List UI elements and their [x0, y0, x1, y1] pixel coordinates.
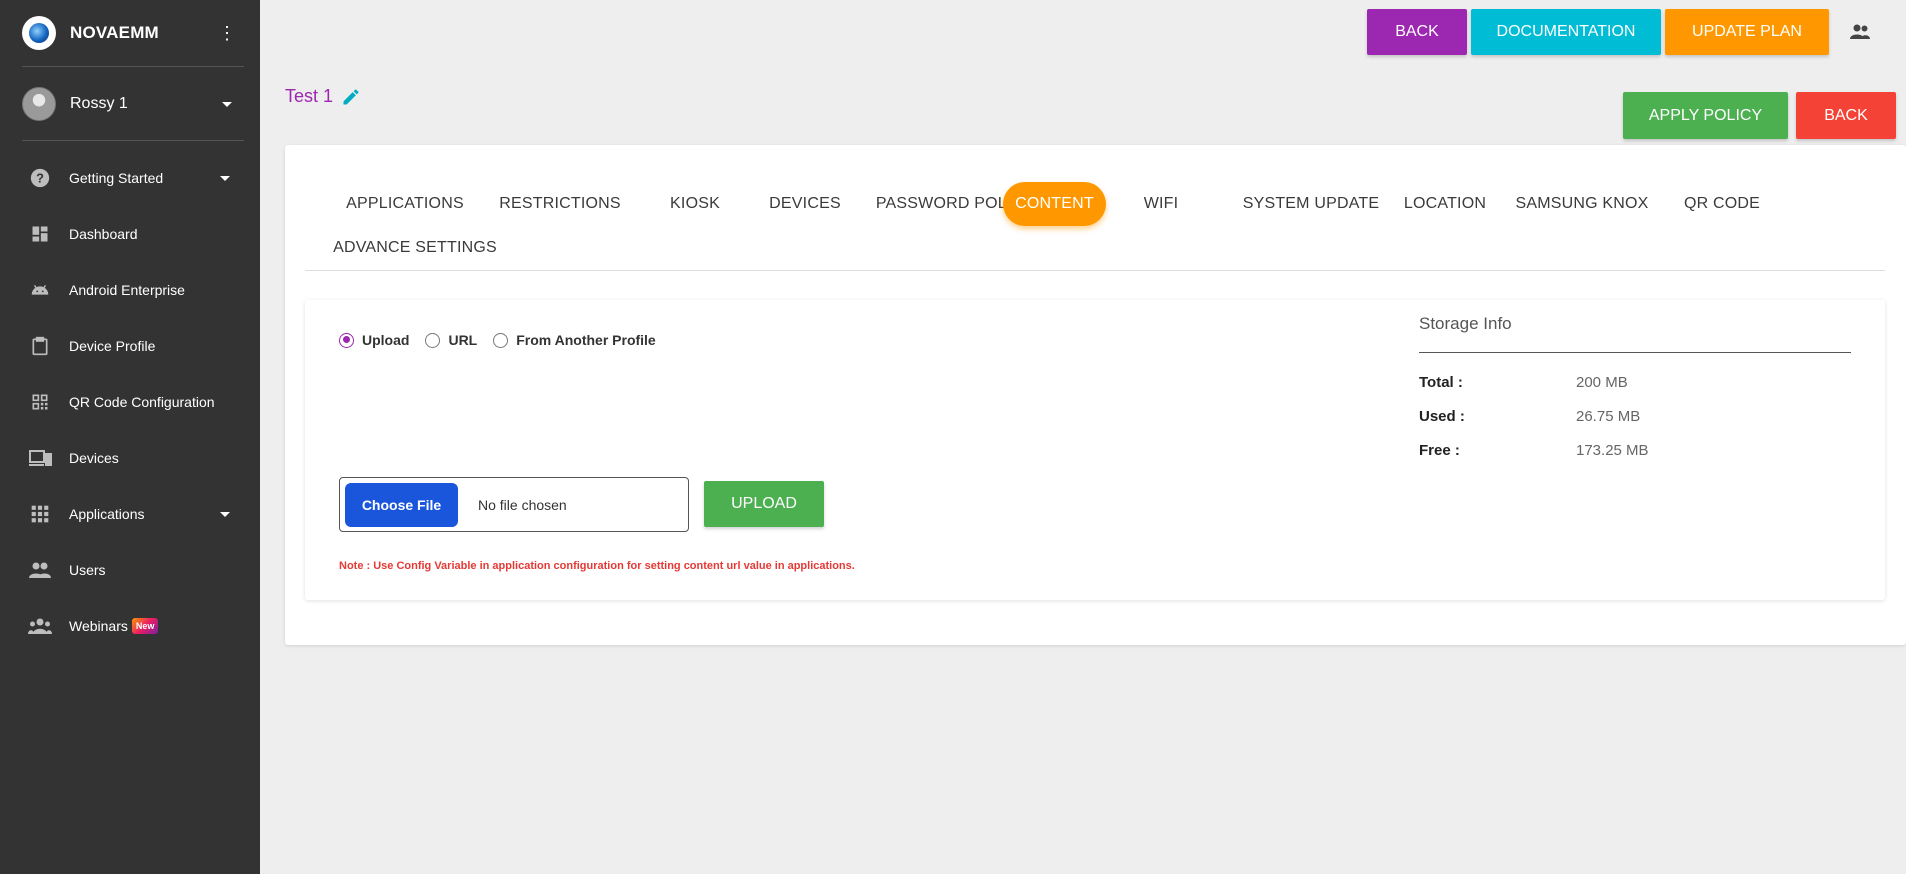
tab-restrictions[interactable]: RESTRICTIONS — [480, 182, 640, 226]
choose-file-button[interactable]: Choose File — [345, 482, 458, 527]
storage-label: Free : — [1419, 441, 1460, 459]
more-vert-icon[interactable]: ⋮ — [218, 24, 236, 42]
brand-name: NOVAEMM — [70, 23, 159, 42]
sidebar-item-getting-started[interactable]: ? Getting Started — [0, 156, 260, 200]
user-menu[interactable]: Rossy 1 — [22, 86, 244, 122]
tab-advance-settings[interactable]: ADVANCE SETTINGS — [330, 226, 500, 270]
apply-policy-button[interactable]: APPLY POLICY — [1623, 92, 1788, 139]
profile-back-button[interactable]: BACK — [1796, 92, 1896, 139]
sidebar-item-label: Dashboard — [69, 226, 138, 242]
config-note: Note : Use Config Variable in applicatio… — [339, 560, 855, 572]
sidebar-item-applications[interactable]: Applications — [0, 492, 260, 536]
page-title: Test 1 — [285, 86, 334, 106]
header-back-button[interactable]: BACK — [1367, 9, 1467, 55]
help-circle-icon: ? — [28, 166, 52, 190]
sidebar-item-label: Devices — [69, 450, 119, 466]
upload-radio-label[interactable]: Upload — [362, 332, 409, 348]
account-switch-icon[interactable] — [1848, 20, 1872, 44]
update-plan-button[interactable]: UPDATE PLAN — [1665, 9, 1829, 55]
new-badge: New — [131, 618, 159, 634]
sidebar-item-label: Android Enterprise — [69, 282, 185, 298]
storage-label: Used : — [1419, 407, 1465, 425]
qr-code-icon — [28, 390, 52, 414]
sidebar-item-devices[interactable]: Devices — [0, 436, 260, 480]
dashboard-icon — [28, 222, 52, 246]
upload-radio[interactable] — [339, 332, 354, 348]
storage-value: 173.25 MB — [1576, 441, 1649, 459]
sidebar-item-webinars[interactable]: Webinars New — [0, 604, 260, 648]
sidebar-item-qr-code-configuration[interactable]: QR Code Configuration — [0, 380, 260, 424]
users-icon — [28, 558, 52, 582]
storage-info-title: Storage Info — [1419, 314, 1851, 353]
sidebar-item-label: Applications — [69, 506, 145, 522]
tab-samsung-knox[interactable]: SAMSUNG KNOX — [1497, 182, 1667, 226]
tab-kiosk[interactable]: KIOSK — [640, 182, 750, 226]
tab-wifi[interactable]: WIFI — [1106, 182, 1216, 226]
sidebar-item-dashboard[interactable]: Dashboard — [0, 212, 260, 256]
url-radio[interactable] — [425, 332, 441, 348]
clipboard-icon — [28, 334, 52, 358]
storage-row-used: Used : 26.75 MB — [1419, 399, 1851, 433]
android-icon — [28, 278, 52, 302]
sidebar-divider — [22, 66, 244, 67]
storage-row-total: Total : 200 MB — [1419, 365, 1851, 399]
upload-button[interactable]: UPLOAD — [704, 481, 824, 527]
sidebar-item-label: Getting Started — [69, 170, 164, 186]
from-another-profile-radio[interactable] — [493, 332, 509, 348]
file-status: No file chosen — [478, 496, 567, 513]
sidebar-item-label: Device Profile — [69, 338, 156, 354]
sidebar-item-users[interactable]: Users — [0, 548, 260, 592]
sidebar-item-device-profile[interactable]: Device Profile — [0, 324, 260, 368]
from-another-profile-radio-label[interactable]: From Another Profile — [516, 332, 656, 348]
storage-row-free: Free : 173.25 MB — [1419, 433, 1851, 467]
profile-title-row: Test 1 — [285, 86, 361, 107]
documentation-button[interactable]: DOCUMENTATION — [1471, 9, 1661, 55]
tab-system-update[interactable]: SYSTEM UPDATE — [1216, 182, 1406, 226]
brand[interactable]: NOVAEMM ⋮ — [22, 12, 244, 54]
sidebar-divider — [22, 140, 244, 141]
chevron-down-icon — [220, 175, 230, 181]
apps-grid-icon — [28, 502, 52, 526]
chevron-down-icon — [222, 101, 232, 107]
storage-label: Total : — [1419, 373, 1463, 391]
svg-text:?: ? — [36, 171, 44, 186]
storage-value: 200 MB — [1576, 373, 1628, 391]
sidebar-item-label: QR Code Configuration — [69, 394, 215, 410]
devices-icon — [28, 446, 52, 470]
tab-location[interactable]: LOCATION — [1383, 182, 1507, 226]
storage-value: 26.75 MB — [1576, 407, 1641, 425]
tab-applications[interactable]: APPLICATIONS — [330, 182, 480, 226]
url-radio-label[interactable]: URL — [448, 332, 477, 348]
content-source-radio-group: Upload URL From Another Profile — [339, 332, 672, 348]
tab-content[interactable]: CONTENT — [1003, 182, 1106, 226]
sidebar-item-label: Users — [69, 562, 106, 578]
group-icon — [28, 614, 52, 638]
policy-card: APPLICATIONS RESTRICTIONS KIOSK DEVICES … — [285, 145, 1906, 645]
tabs-divider — [305, 270, 1885, 271]
user-name: Rossy 1 — [70, 95, 128, 112]
sidebar-item-android-enterprise[interactable]: Android Enterprise — [0, 268, 260, 312]
tab-devices[interactable]: DEVICES — [750, 182, 860, 226]
sidebar-item-label: Webinars — [69, 618, 128, 634]
file-input[interactable]: Choose File No file chosen — [339, 477, 689, 532]
tab-qr-code[interactable]: QR CODE — [1657, 182, 1787, 226]
storage-info: Storage Info Total : 200 MB Used : 26.75… — [1419, 314, 1851, 467]
avatar — [22, 87, 56, 121]
chevron-down-icon — [220, 511, 230, 517]
brand-logo-icon — [22, 16, 56, 50]
edit-pencil-icon[interactable] — [341, 87, 361, 107]
sidebar: NOVAEMM ⋮ Rossy 1 ? Getting Started Dash… — [0, 0, 260, 874]
content-panel: Upload URL From Another Profile Choose F… — [305, 300, 1885, 600]
